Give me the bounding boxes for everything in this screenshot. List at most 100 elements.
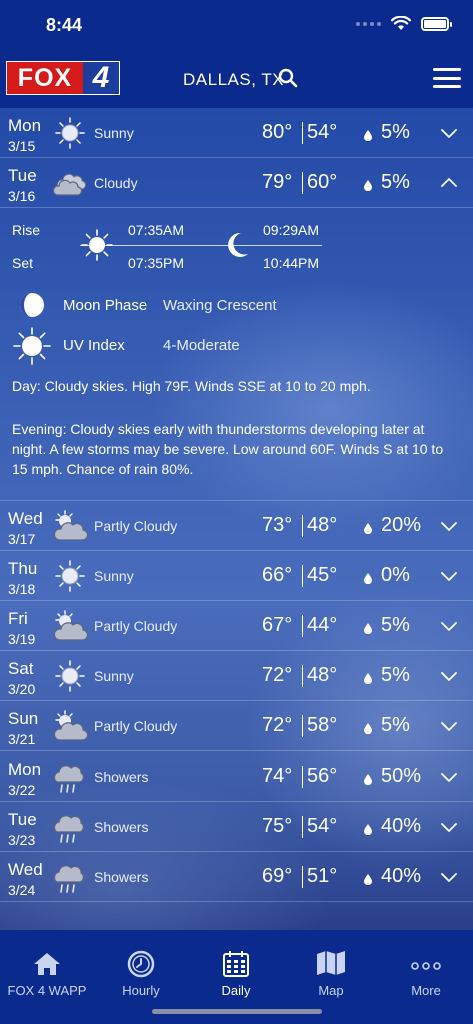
logo-number-text: 4 — [83, 61, 119, 94]
day-forecast-text: Day: Cloudy skies. High 79F. Winds SSE a… — [12, 376, 460, 396]
temp-separator — [302, 866, 303, 888]
raindrop-icon — [364, 671, 372, 685]
tab-map[interactable]: Map — [284, 930, 378, 1000]
raindrop-icon — [364, 128, 372, 142]
sunrise-time: 07:35AM — [128, 222, 185, 238]
chevron-down-icon[interactable] — [441, 619, 457, 631]
moon-phase-icon — [20, 293, 44, 317]
row-condition: Showers — [94, 819, 149, 835]
showers-icon — [51, 810, 89, 844]
tab-fox4-wapp[interactable]: FOX 4 WAPP — [0, 930, 94, 1000]
row-low-temp: 48° — [307, 514, 338, 536]
raindrop-icon — [364, 621, 372, 635]
sun-icon — [51, 659, 89, 693]
chevron-down-icon[interactable] — [441, 126, 457, 138]
forecast-row-wed-3-17[interactable]: Wed 3/17 Partly Cloudy 73° 48° 20% — [0, 501, 473, 551]
fox4-logo[interactable]: FOX 4 — [6, 61, 120, 95]
row-day: Sun — [8, 709, 39, 728]
row-date: 3/19 — [8, 631, 36, 647]
row-condition: Partly Cloudy — [94, 718, 178, 734]
row-precip-chance: 5% — [381, 614, 410, 636]
row-high-temp: 80° — [262, 121, 293, 143]
hamburger-menu-icon[interactable] — [433, 68, 461, 88]
chevron-up-icon[interactable] — [441, 176, 457, 188]
temp-separator — [302, 565, 303, 587]
row-day: Tue — [8, 810, 37, 829]
showers-icon — [51, 860, 89, 894]
chevron-down-icon[interactable] — [441, 770, 457, 782]
chevron-down-icon[interactable] — [441, 870, 457, 882]
row-high-temp: 66° — [262, 564, 293, 586]
chevron-down-icon[interactable] — [441, 569, 457, 581]
evening-label: Evening — [12, 421, 63, 437]
row-low-temp: 51° — [307, 865, 338, 887]
sun-moon-divider — [80, 245, 322, 246]
uv-index-value: 4-Moderate — [163, 337, 240, 354]
row-high-temp: 72° — [262, 714, 293, 736]
row-day: Sat — [8, 659, 34, 678]
row-condition: Partly Cloudy — [94, 618, 178, 634]
temp-separator — [302, 515, 303, 537]
more-dots-icon — [411, 962, 441, 970]
set-label: Set — [12, 255, 34, 271]
chevron-down-icon[interactable] — [441, 519, 457, 531]
forecast-row-fri-3-19[interactable]: Fri 3/19 Partly Cloudy 67° 44° 5% — [0, 601, 473, 651]
row-precip-chance: 5% — [381, 121, 410, 143]
moon-icon — [228, 232, 248, 257]
location-label[interactable]: DALLAS, TX — [183, 70, 284, 90]
forecast-row-mon-3-15[interactable]: Mon 3/15 Sunny 80° 54° 5% — [0, 108, 473, 158]
row-low-temp: 54° — [307, 815, 338, 837]
partly-cloudy-icon — [51, 509, 89, 543]
status-bar: 8:44 — [0, 0, 473, 48]
uv-index-label: UV Index — [63, 337, 125, 354]
chevron-down-icon[interactable] — [441, 669, 457, 681]
forecast-row-wed-3-24[interactable]: Wed 3/24 Showers 69° 51° 40% — [0, 852, 473, 902]
sunset-time: 07:35PM — [128, 255, 185, 271]
home-icon — [34, 953, 60, 975]
row-low-temp: 58° — [307, 714, 338, 736]
day-details-panel: Rise Set 07:35AM 07:35PM 09:29AM 10:44PM… — [0, 208, 473, 501]
moonset-time: 10:44PM — [263, 255, 320, 271]
row-precip-chance: 5% — [381, 664, 410, 686]
sun-icon — [51, 116, 89, 150]
temp-separator — [302, 766, 303, 788]
row-precip-chance: 5% — [381, 171, 410, 193]
evening-description: : Cloudy skies early with thunderstorms … — [12, 421, 444, 477]
forecast-row-thu-3-18[interactable]: Thu 3/18 Sunny 66° 45° 0% — [0, 551, 473, 601]
forecast-row-sat-3-20[interactable]: Sat 3/20 Sunny 72° 48° 5% — [0, 651, 473, 701]
signal-dots-icon — [356, 21, 381, 26]
temp-separator — [302, 172, 303, 194]
home-indicator[interactable] — [152, 1009, 322, 1014]
forecast-row-sun-3-21[interactable]: Sun 3/21 Partly Cloudy 72° 58° 5% — [0, 701, 473, 751]
cloud-icon — [51, 166, 89, 200]
row-date: 3/22 — [8, 782, 36, 798]
tab-daily[interactable]: Daily — [189, 930, 283, 1000]
day-label: Day — [12, 378, 37, 394]
search-icon[interactable] — [278, 68, 298, 88]
forecast-row-tue-3-16[interactable]: Tue 3/16 Cloudy 79° 60° 5% — [0, 158, 473, 208]
chevron-down-icon[interactable] — [441, 719, 457, 731]
tab-label: More — [411, 983, 441, 998]
tab-hourly[interactable]: Hourly — [94, 930, 188, 1000]
logo-fox-text: FOX — [7, 62, 83, 94]
raindrop-icon — [364, 571, 372, 585]
row-high-temp: 72° — [262, 664, 293, 686]
row-day: Mon — [8, 116, 42, 135]
raindrop-icon — [364, 772, 372, 786]
tab-more[interactable]: More — [379, 930, 473, 1000]
app-header: FOX 4 DALLAS, TX — [0, 48, 473, 108]
row-high-temp: 73° — [262, 514, 293, 536]
rise-label: Rise — [12, 222, 41, 238]
row-high-temp: 67° — [262, 614, 293, 636]
forecast-row-mon-3-22[interactable]: Mon 3/22 Showers 74° 56° 50% — [0, 752, 473, 802]
row-day: Mon — [8, 760, 42, 779]
day-description: : Cloudy skies. High 79F. Winds SSE at 1… — [36, 378, 371, 394]
chevron-down-icon[interactable] — [441, 820, 457, 832]
row-condition: Partly Cloudy — [94, 518, 178, 534]
showers-icon — [51, 760, 89, 794]
forecast-row-tue-3-23[interactable]: Tue 3/23 Showers 75° 54° 40% — [0, 802, 473, 852]
status-icons — [356, 16, 452, 31]
row-high-temp: 79° — [262, 171, 293, 193]
raindrop-icon — [364, 721, 372, 735]
clock-icon — [127, 950, 155, 978]
